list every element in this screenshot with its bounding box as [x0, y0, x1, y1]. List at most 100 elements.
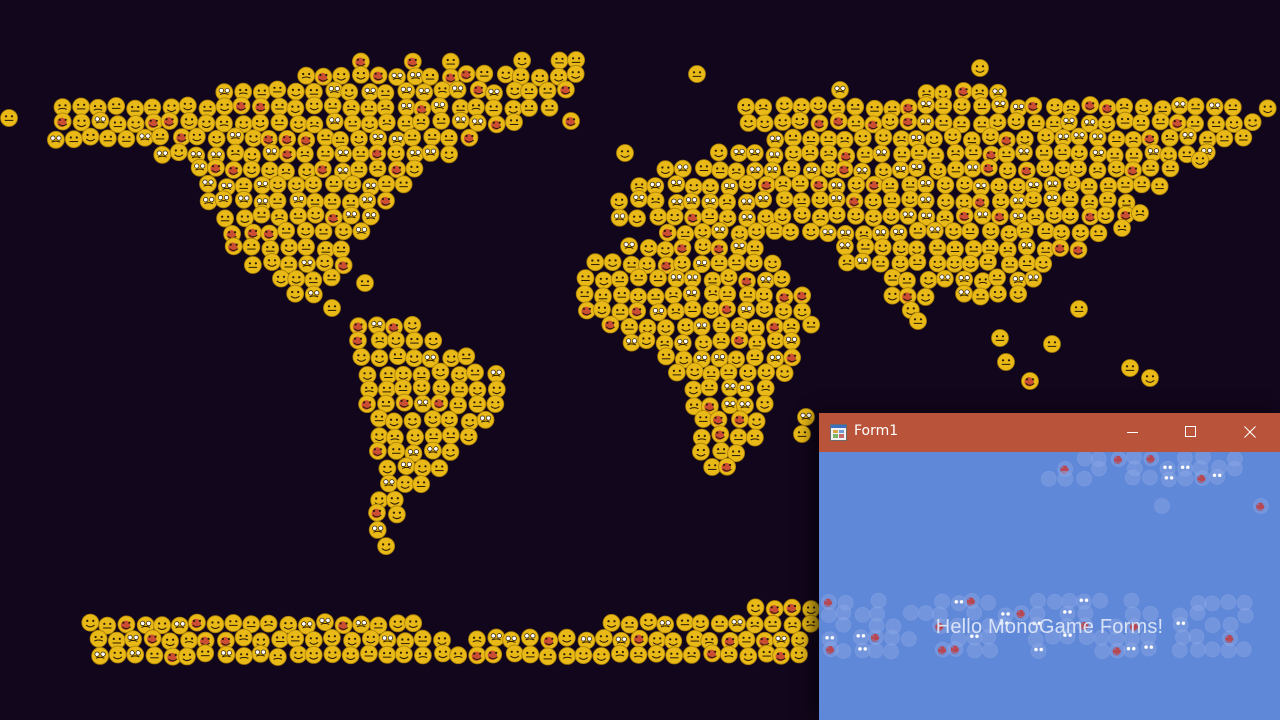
emoji-face-icon: [403, 52, 422, 71]
emoji-face-icon: [907, 159, 926, 178]
emoji-face-icon: [772, 646, 790, 665]
emoji-face-icon: [731, 410, 749, 429]
emoji-ghost-icon: [820, 594, 837, 610]
emoji-face-icon: [1098, 190, 1117, 209]
emoji-face-icon: [323, 645, 342, 664]
emoji-face-icon: [616, 144, 634, 162]
emoji-face-icon: [440, 145, 459, 164]
emoji-face-icon: [340, 83, 359, 101]
emoji-face-icon: [1070, 300, 1088, 318]
title-bar[interactable]: Form1: [819, 413, 1280, 452]
emoji-face-icon: [864, 192, 882, 211]
emoji-face-icon: [916, 175, 935, 194]
emoji-face-icon: [766, 130, 785, 149]
minimize-button[interactable]: [1104, 413, 1162, 452]
emoji-face-icon: [909, 312, 927, 330]
emoji-face-icon: [376, 98, 395, 117]
emoji-face-icon: [801, 143, 819, 162]
emoji-face-icon: [235, 647, 254, 665]
emoji-face-icon: [199, 192, 218, 211]
emoji-face-icon: [405, 349, 424, 368]
emoji-face-icon: [1081, 207, 1100, 226]
emoji-face-icon: [1088, 128, 1107, 147]
close-icon: [1244, 426, 1256, 438]
emoji-face-icon: [1131, 204, 1149, 222]
emoji-face-icon: [153, 145, 172, 164]
emoji-face-icon: [268, 648, 287, 666]
emoji-face-icon: [765, 600, 784, 618]
emoji-face-icon: [692, 442, 710, 461]
emoji-ghost-icon: [1209, 468, 1226, 485]
emoji-face-icon: [1037, 222, 1055, 240]
emoji-face-icon: [341, 646, 360, 665]
emoji-face-icon: [244, 129, 263, 148]
emoji-face-icon: [388, 347, 407, 366]
emoji-ghost-icon: [1141, 469, 1158, 486]
emoji-face-icon: [772, 631, 790, 649]
emoji-face-icon: [673, 159, 692, 178]
emoji-face-icon: [719, 268, 738, 287]
emoji-face-icon: [1161, 159, 1180, 178]
maximize-button[interactable]: [1162, 413, 1220, 452]
emoji-face-icon: [1186, 97, 1205, 116]
emoji-face-icon: [719, 363, 738, 382]
emoji-face-icon: [998, 240, 1017, 259]
emoji-face-icon: [908, 253, 927, 271]
emoji-face-icon: [1036, 127, 1055, 146]
emoji-face-icon: [360, 380, 379, 399]
emoji-face-icon: [224, 237, 243, 256]
emoji-face-icon: [450, 380, 469, 399]
emoji-face-icon: [1141, 158, 1160, 177]
emoji-face-icon: [745, 144, 764, 162]
emoji-face-icon: [1113, 219, 1131, 237]
emoji-face-icon: [730, 238, 748, 257]
emoji-face-icon: [874, 128, 893, 147]
emoji-face-icon: [370, 331, 389, 350]
emoji-face-icon: [782, 332, 801, 350]
form1-window[interactable]: Form1 Hello MonoGame Forms!: [819, 413, 1280, 720]
emoji-face-icon: [323, 299, 341, 317]
emoji-face-icon: [1161, 128, 1179, 147]
emoji-face-icon: [1070, 127, 1088, 146]
emoji-face-icon: [700, 378, 719, 397]
emoji-face-icon: [755, 394, 774, 413]
emoji-face-icon: [430, 394, 449, 412]
emoji-face-icon: [901, 190, 919, 209]
emoji-face-icon: [424, 331, 443, 350]
emoji-face-icon: [270, 113, 289, 132]
emoji-face-icon: [413, 646, 432, 665]
emoji-face-icon: [710, 254, 729, 272]
emoji-face-icon: [259, 614, 278, 633]
emoji-face-icon: [676, 613, 694, 632]
emoji-face-icon: [378, 630, 397, 649]
emoji-face-icon: [791, 174, 809, 193]
emoji-face-icon: [323, 192, 342, 211]
emoji-face-icon: [323, 96, 342, 115]
emoji-face-icon: [594, 271, 613, 290]
emoji-face-icon: [405, 331, 424, 350]
emoji-face-icon: [736, 380, 755, 399]
emoji-face-icon: [797, 408, 815, 426]
emoji-face-icon: [718, 457, 736, 476]
emoji-face-icon: [695, 159, 713, 178]
emoji-face-icon: [1015, 143, 1033, 162]
close-button[interactable]: [1221, 413, 1279, 452]
emoji-face-icon: [109, 115, 127, 134]
emoji-face-icon: [403, 315, 422, 334]
emoji-face-icon: [415, 83, 434, 102]
emoji-face-icon: [289, 645, 308, 664]
emoji-face-icon: [316, 144, 335, 163]
emoji-face-icon: [406, 428, 425, 446]
form-client-area[interactable]: Hello MonoGame Forms!: [819, 452, 1280, 720]
emoji-face-icon: [180, 112, 199, 130]
emoji-face-icon: [216, 209, 235, 228]
emoji-face-icon: [278, 129, 297, 148]
emoji-face-icon: [910, 143, 929, 162]
emoji-face-icon: [352, 348, 371, 366]
emoji-face-icon: [639, 238, 658, 257]
emoji-ghost-icon: [1220, 594, 1237, 611]
emoji-ghost-icon: [1030, 643, 1047, 659]
emoji-face-icon: [964, 239, 983, 258]
emoji-face-icon: [412, 475, 431, 494]
emoji-ghost-icon: [1076, 452, 1093, 467]
